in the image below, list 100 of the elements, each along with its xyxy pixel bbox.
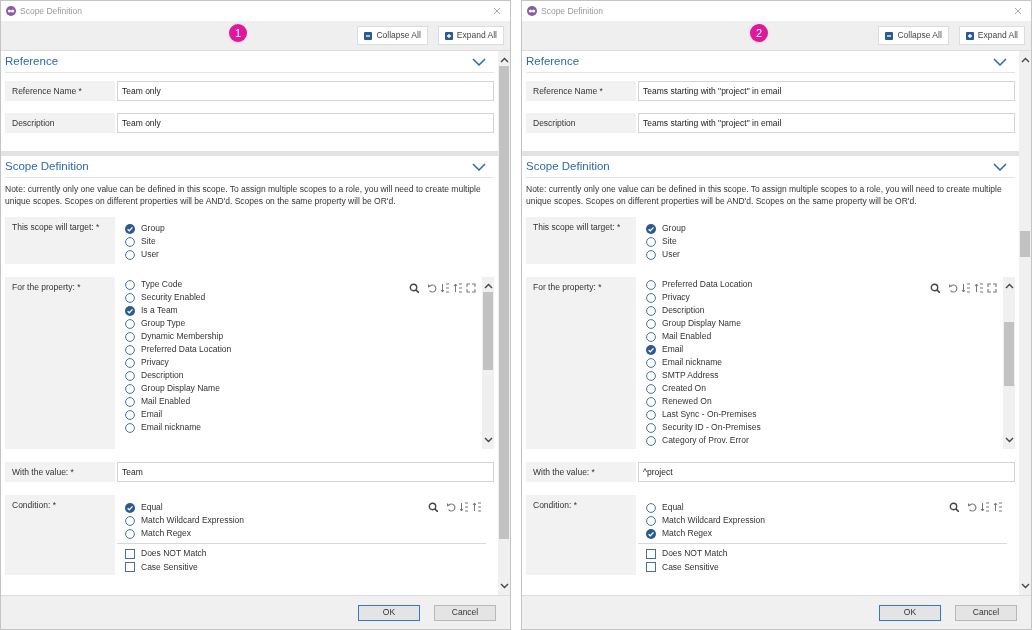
undo-icon[interactable] [948, 283, 958, 293]
radio-button[interactable] [125, 396, 135, 407]
scroll-down-icon[interactable] [1004, 437, 1014, 443]
ok-button[interactable]: OK [358, 604, 420, 621]
radio-button[interactable] [125, 249, 135, 260]
sort-ascending-icon[interactable] [961, 283, 971, 293]
radio-button[interactable] [646, 279, 656, 290]
radio-button[interactable] [646, 236, 656, 247]
option-label: Is a Team [141, 304, 178, 317]
radio-button[interactable] [646, 357, 656, 368]
text-field[interactable]: Team only [117, 113, 494, 133]
chevron-down-icon[interactable] [472, 57, 486, 66]
radio-button[interactable] [125, 318, 135, 329]
fullscreen-icon[interactable] [466, 283, 476, 293]
checkbox[interactable] [125, 562, 135, 573]
radio-button[interactable] [125, 292, 135, 303]
scroll-up-icon[interactable] [483, 283, 493, 289]
scroll-up-icon[interactable] [499, 57, 509, 63]
sort-ascending-icon[interactable] [459, 502, 469, 512]
undo-icon[interactable] [967, 502, 977, 512]
collapse-all-button[interactable]: Collapse All [878, 26, 949, 45]
radio-button[interactable] [646, 318, 656, 329]
radio-button[interactable] [125, 344, 135, 355]
chevron-down-icon[interactable] [472, 162, 486, 171]
fullscreen-icon[interactable] [987, 283, 997, 293]
search-icon[interactable] [930, 283, 940, 293]
sort-descending-icon[interactable] [974, 283, 984, 293]
window-title: Scope Definition [20, 4, 82, 18]
option-label: Mail Enabled [141, 395, 191, 408]
radio-button[interactable] [125, 331, 135, 342]
checkbox[interactable] [125, 548, 135, 559]
radio-button[interactable] [646, 502, 656, 513]
radio-button[interactable] [125, 383, 135, 394]
scroll-up-icon[interactable] [1004, 283, 1014, 289]
checkbox[interactable] [646, 548, 656, 559]
radio-button[interactable] [646, 435, 656, 446]
scroll-down-icon[interactable] [483, 437, 493, 443]
scrollbar-thumb[interactable] [1004, 322, 1014, 386]
scrollbar-thumb[interactable] [499, 66, 509, 539]
radio-button[interactable] [646, 409, 656, 420]
collapse-all-button[interactable]: Collapse All [357, 26, 428, 45]
radio-button[interactable] [646, 331, 656, 342]
undo-icon[interactable] [427, 283, 437, 293]
ok-button[interactable]: OK [879, 604, 941, 621]
scroll-up-icon[interactable] [1020, 57, 1030, 63]
expand-all-button[interactable]: Expand All [437, 26, 504, 45]
field-label: Condition: * [5, 495, 115, 575]
sort-ascending-icon[interactable] [980, 502, 990, 512]
checkbox[interactable] [646, 562, 656, 573]
radio-button[interactable] [646, 396, 656, 407]
option-label: Privacy [662, 291, 690, 304]
radio-button[interactable] [646, 305, 656, 316]
scrollbar[interactable] [498, 51, 510, 595]
scrollbar[interactable] [482, 277, 494, 449]
text-field[interactable]: ^project [638, 462, 1015, 482]
radio-button-selected[interactable] [125, 502, 135, 513]
radio-button-selected[interactable] [125, 305, 135, 316]
chevron-down-icon[interactable] [993, 57, 1007, 66]
cancel-button[interactable]: Cancel [955, 604, 1017, 621]
text-field[interactable]: Teams starting with "project" in email [638, 113, 1015, 133]
text-field[interactable]: Team [117, 462, 494, 482]
radio-button[interactable] [125, 370, 135, 381]
cancel-button[interactable]: Cancel [434, 604, 496, 621]
scrollbar-thumb[interactable] [483, 292, 493, 371]
app-logo-icon [527, 6, 537, 16]
search-icon[interactable] [409, 283, 419, 293]
radio-button[interactable] [646, 249, 656, 260]
radio-button-selected[interactable] [125, 223, 135, 234]
radio-button-selected[interactable] [646, 344, 656, 355]
search-icon[interactable] [949, 502, 959, 512]
radio-button[interactable] [646, 370, 656, 381]
search-icon[interactable] [428, 502, 438, 512]
radio-button[interactable] [125, 422, 135, 433]
scroll-down-icon[interactable] [1020, 583, 1030, 589]
radio-button[interactable] [125, 357, 135, 368]
radio-button-selected[interactable] [646, 528, 656, 539]
text-field[interactable]: Team only [117, 81, 494, 101]
radio-button[interactable] [125, 236, 135, 247]
radio-button[interactable] [646, 422, 656, 433]
expand-all-button[interactable]: Expand All [958, 26, 1025, 45]
scrollbar[interactable] [1003, 277, 1015, 449]
text-field[interactable]: Teams starting with "project" in email [638, 81, 1015, 101]
radio-button[interactable] [125, 409, 135, 420]
radio-button[interactable] [646, 292, 656, 303]
sort-descending-icon[interactable] [472, 502, 482, 512]
scroll-down-icon[interactable] [499, 583, 509, 589]
radio-button[interactable] [125, 515, 135, 526]
sort-ascending-icon[interactable] [440, 283, 450, 293]
radio-button[interactable] [125, 528, 135, 539]
scrollbar[interactable] [1019, 51, 1031, 595]
chevron-down-icon[interactable] [993, 162, 1007, 171]
radio-button[interactable] [125, 279, 135, 290]
sort-descending-icon[interactable] [453, 283, 463, 293]
radio-button[interactable] [646, 515, 656, 526]
sort-descending-icon[interactable] [993, 502, 1003, 512]
scrollbar-thumb[interactable] [1020, 231, 1030, 257]
undo-icon[interactable] [446, 502, 456, 512]
radio-button[interactable] [646, 383, 656, 394]
option-label: Created On [662, 382, 706, 395]
radio-button-selected[interactable] [646, 223, 656, 234]
